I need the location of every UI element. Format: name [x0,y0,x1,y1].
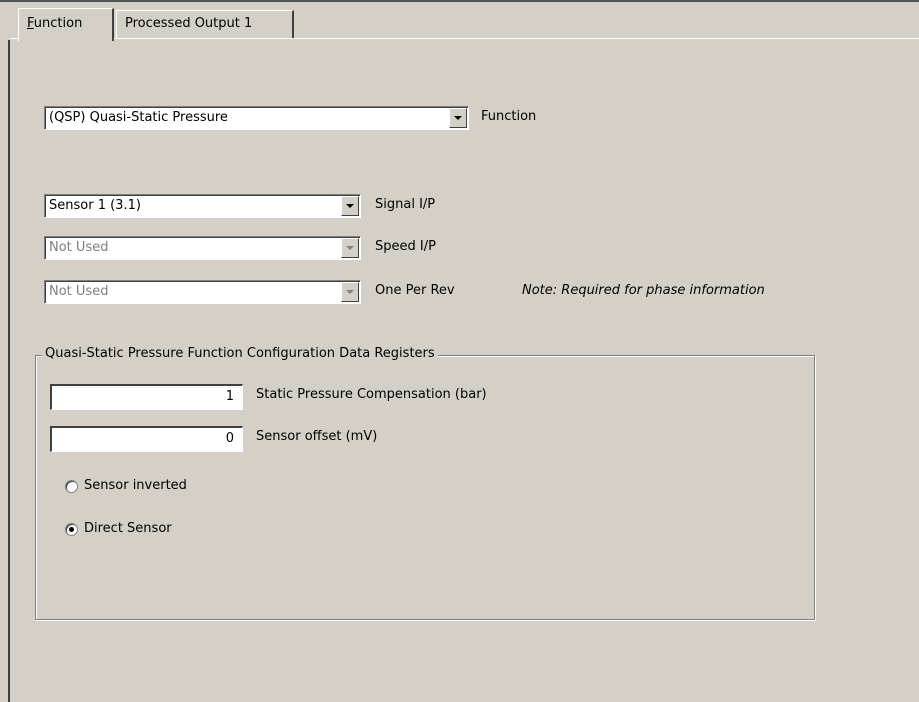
speed-ip-dropdown[interactable]: Not Used [44,236,361,260]
chevron-down-icon [346,204,354,208]
static-pressure-input[interactable]: 1 [50,384,243,410]
tab-function-mnemonic: F [27,16,34,31]
tab-strip: Function Processed Output 1 [10,8,919,41]
chevron-down-icon [346,290,354,294]
radio-selected-dot [69,527,74,532]
sensor-offset-label: Sensor offset (mV) [256,429,378,444]
left-border [8,40,10,702]
phase-note: Note: Required for phase information [522,283,765,298]
signal-ip-dropdown-value: Sensor 1 (3.1) [49,198,141,213]
sensor-inverted-label[interactable]: Sensor inverted [84,478,187,493]
tab-processed-output-label: Processed Output 1 [125,16,253,31]
one-per-rev-dropdown[interactable]: Not Used [44,280,361,304]
tab-function[interactable]: Function [18,8,114,41]
tab-baseline [103,38,919,39]
top-border [0,0,919,2]
tab-processed-output-1[interactable]: Processed Output 1 [116,10,294,39]
function-dropdown[interactable]: (QSP) Quasi-Static Pressure [44,106,469,130]
speed-ip-dropdown-value: Not Used [49,240,109,255]
sensor-offset-input[interactable]: 0 [50,426,243,452]
direct-sensor-label[interactable]: Direct Sensor [84,521,172,536]
static-pressure-label: Static Pressure Compensation (bar) [256,387,487,402]
config-registers-group-title: Quasi-Static Pressure Function Configura… [42,346,438,361]
chevron-down-icon [346,246,354,250]
chevron-down-icon [454,116,462,120]
direct-sensor-radio[interactable] [65,523,78,536]
speed-ip-dropdown-button[interactable] [341,238,359,258]
function-dropdown-button[interactable] [449,108,467,128]
function-label: Function [481,109,537,124]
one-per-rev-dropdown-button[interactable] [341,282,359,302]
signal-ip-dropdown-button[interactable] [341,196,359,216]
tab-function-label: unction [33,16,83,31]
sensor-inverted-radio[interactable] [65,480,78,493]
speed-ip-label: Speed I/P [375,239,436,254]
signal-ip-label: Signal I/P [375,197,436,212]
function-dropdown-value: (QSP) Quasi-Static Pressure [49,110,228,125]
signal-ip-dropdown[interactable]: Sensor 1 (3.1) [44,194,361,218]
one-per-rev-label: One Per Rev [375,283,455,298]
one-per-rev-dropdown-value: Not Used [49,284,109,299]
function-config-panel: Function Processed Output 1 (QSP) Quasi-… [0,0,919,702]
tab-baseline [10,38,18,39]
